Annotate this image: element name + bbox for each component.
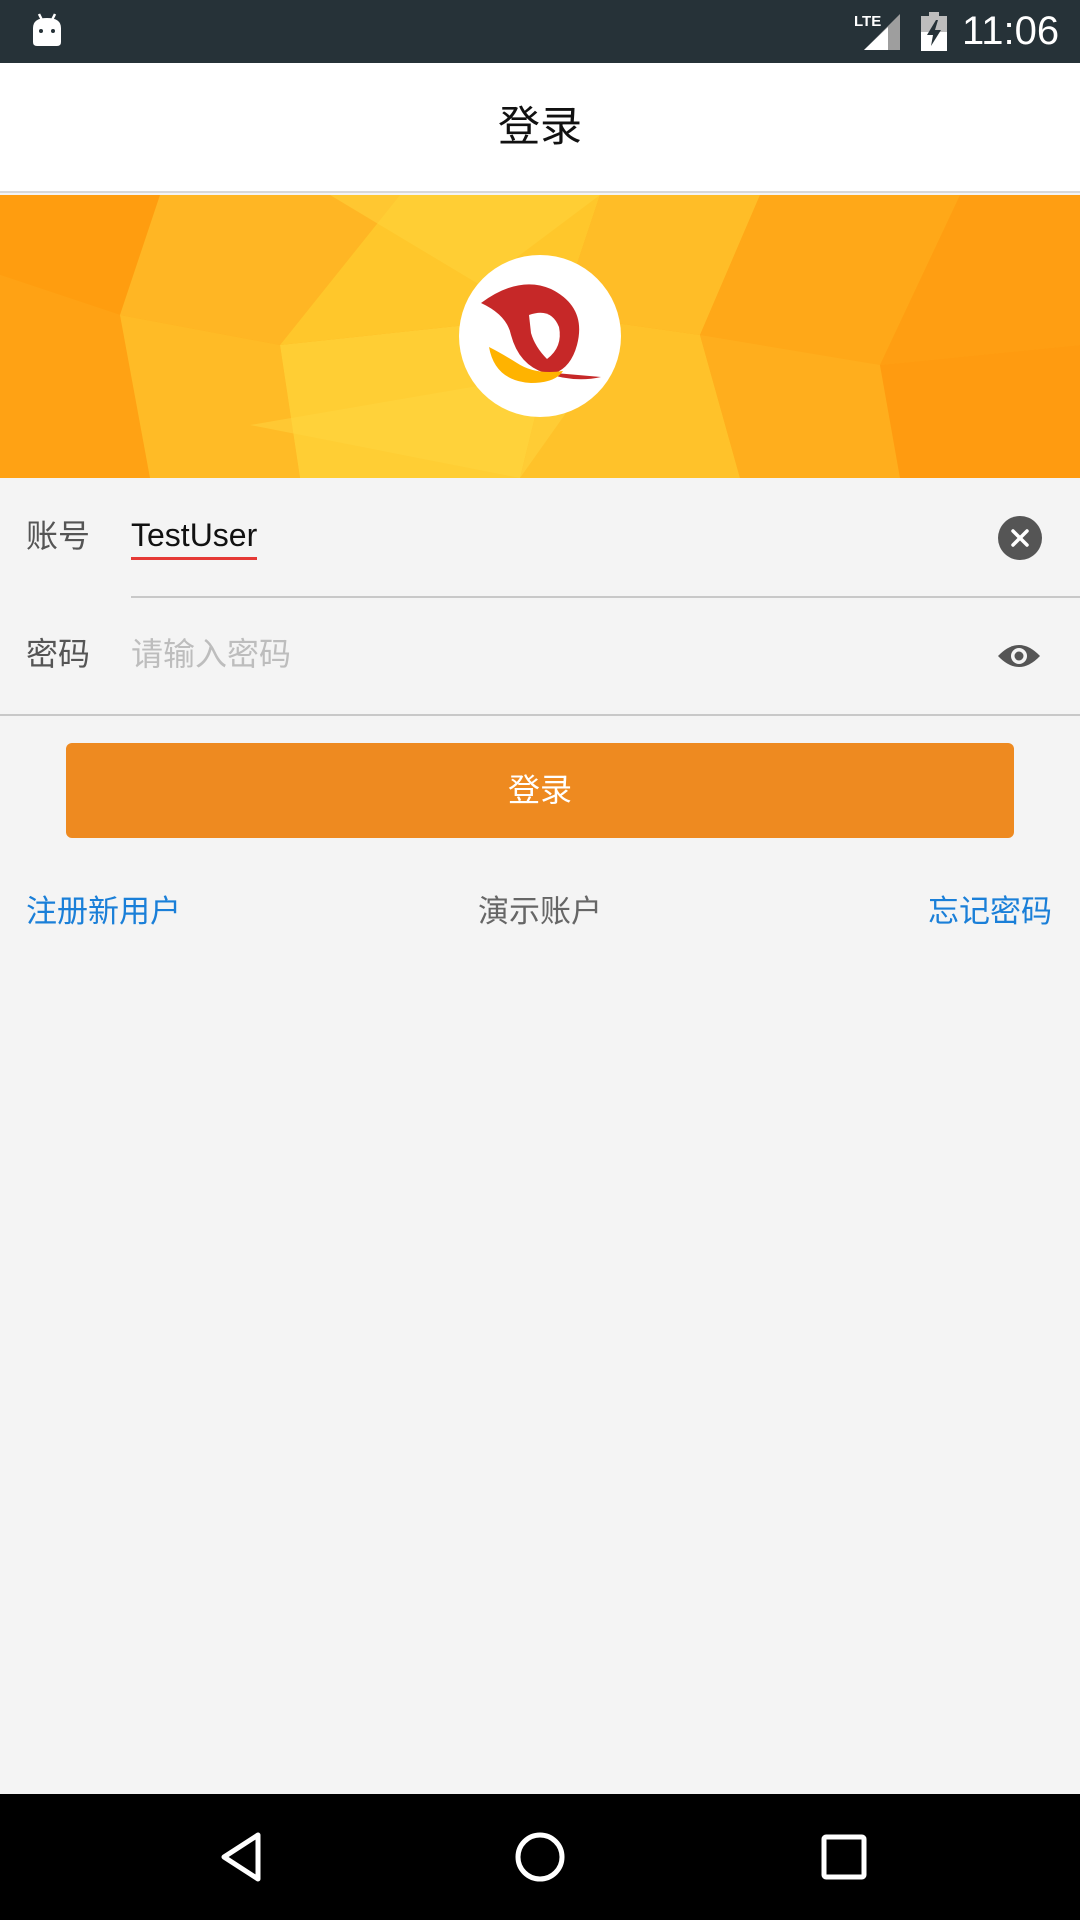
account-row: 账号 TestUser bbox=[0, 478, 1080, 596]
banner bbox=[0, 195, 1080, 478]
android-icon bbox=[33, 13, 61, 46]
eye-icon bbox=[998, 645, 1040, 667]
back-icon[interactable] bbox=[212, 1827, 272, 1887]
status-bar: LTE 11:06 bbox=[0, 0, 1080, 63]
recents-icon[interactable] bbox=[814, 1827, 874, 1887]
battery-charging-icon bbox=[921, 12, 947, 51]
password-divider bbox=[0, 714, 1080, 716]
navigation-bar bbox=[0, 1794, 1080, 1920]
brand-logo-mark bbox=[481, 284, 601, 383]
status-clock: 11:06 bbox=[962, 9, 1060, 53]
home-icon[interactable] bbox=[510, 1827, 570, 1887]
page-title: 登录 bbox=[497, 102, 582, 151]
account-input[interactable]: TestUser bbox=[131, 514, 258, 560]
account-input-value: TestUser bbox=[131, 517, 258, 553]
login-button[interactable]: 登录 bbox=[66, 743, 1014, 838]
svg-text:LTE: LTE bbox=[854, 13, 881, 30]
lte-signal-icon: LTE bbox=[854, 13, 900, 50]
clear-account-button[interactable] bbox=[998, 516, 1042, 560]
spellcheck-underline bbox=[131, 557, 258, 560]
forgot-password-link[interactable]: 忘记密码 bbox=[928, 892, 1052, 932]
password-row: 密码 请输入密码 bbox=[0, 596, 1080, 714]
brand-logo bbox=[459, 255, 621, 417]
password-input[interactable]: 请输入密码 bbox=[131, 634, 291, 674]
toggle-password-visibility-button[interactable] bbox=[996, 640, 1042, 672]
password-label: 密码 bbox=[26, 635, 91, 673]
title-bar: 登录 bbox=[0, 63, 1080, 193]
close-circle-icon bbox=[1011, 529, 1029, 547]
account-label: 账号 bbox=[26, 517, 91, 555]
register-link[interactable]: 注册新用户 bbox=[26, 892, 181, 932]
demo-account-label: 演示账户 bbox=[478, 894, 602, 930]
